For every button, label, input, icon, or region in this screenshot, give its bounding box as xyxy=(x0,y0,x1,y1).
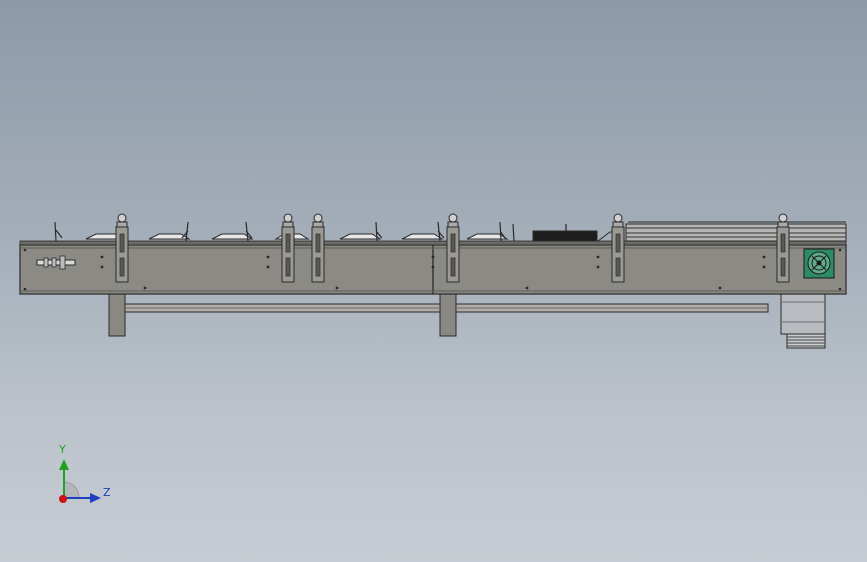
axis-x-point xyxy=(59,495,67,503)
accumulation-block xyxy=(532,230,598,242)
support-leg-middle xyxy=(439,293,457,337)
width-adjuster-1[interactable] xyxy=(115,213,129,283)
width-adjuster-2[interactable] xyxy=(281,213,295,283)
axis-z-label: Z xyxy=(103,486,111,499)
width-adjuster-4[interactable] xyxy=(446,213,460,283)
gear-motor[interactable] xyxy=(780,293,826,349)
axis-y-label: Y xyxy=(59,443,66,456)
support-leg-left xyxy=(108,293,126,337)
conveyor-model[interactable] xyxy=(0,0,867,562)
guide-rail xyxy=(625,221,847,242)
products-on-belt xyxy=(85,233,509,240)
cad-viewport[interactable]: Y Z xyxy=(0,0,867,562)
width-adjuster-6[interactable] xyxy=(776,213,790,283)
conveyor-belt xyxy=(19,240,847,246)
width-adjuster-5[interactable] xyxy=(611,213,625,283)
fan-icon xyxy=(803,248,835,279)
coordinate-triad xyxy=(59,459,101,503)
frame-section-left xyxy=(19,244,434,295)
width-adjuster-3[interactable] xyxy=(311,213,325,283)
